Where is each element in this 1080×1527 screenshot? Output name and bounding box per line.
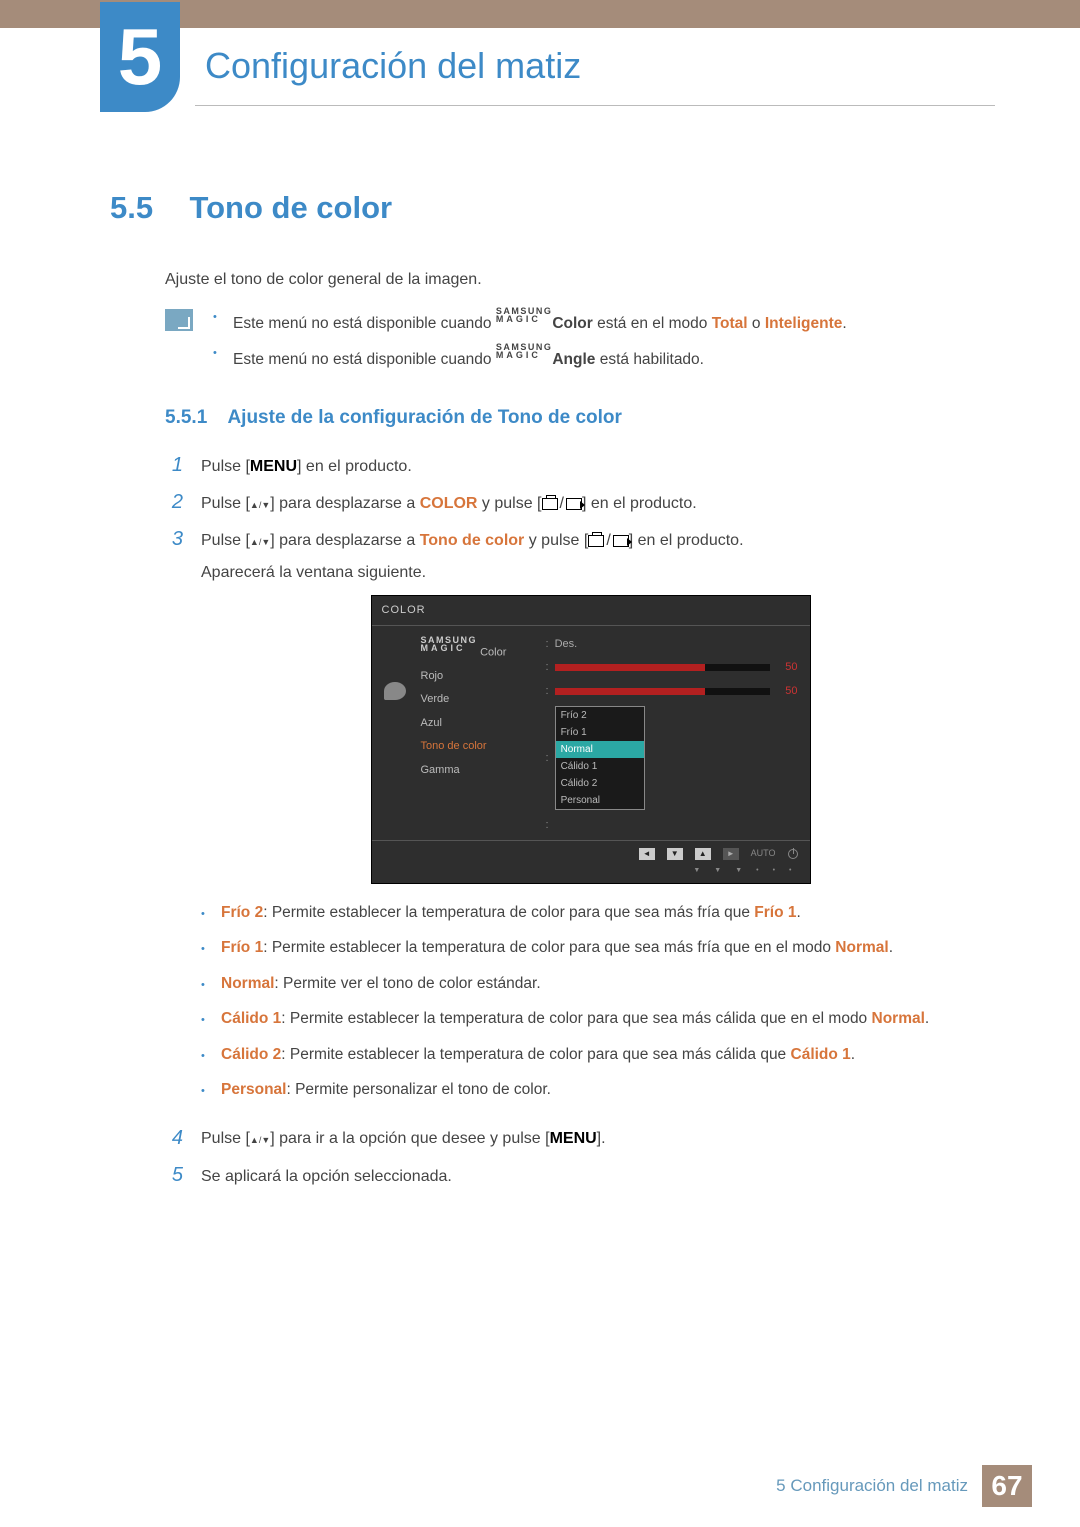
samsung-magic-label: SAMSUNGMAGIC [496, 343, 553, 359]
power-icon [788, 849, 798, 859]
desc-calido1: Cálido 1: Permite establecer la temperat… [201, 1008, 980, 1030]
menu-key: MENU [250, 458, 297, 475]
t: Aparecerá la ventana siguiente. [201, 561, 980, 585]
desc-frio1: Frío 1: Permite establecer la temperatur… [201, 937, 980, 959]
step-number: 2 [165, 491, 183, 514]
subsection-heading: 5.5.1 Ajuste de la configuración de Tono… [165, 407, 980, 429]
note-block: Este menú no está disponible cuando SAMS… [165, 307, 980, 379]
note-icon [165, 309, 193, 331]
t: o [748, 315, 765, 332]
t: ] en el producto. [629, 532, 744, 549]
nav-down-icon: ▼ [667, 848, 683, 860]
nav-target-color: COLOR [420, 495, 478, 512]
t: Este menú no está disponible cuando [233, 315, 496, 332]
nav-target-tono: Tono de color [420, 532, 525, 549]
step-number: 5 [165, 1164, 183, 1187]
step-number: 4 [165, 1127, 183, 1150]
nav-left-icon: ◄ [639, 848, 655, 860]
steps-list: 1 Pulse [MENU] en el producto. 2 Pulse [… [165, 454, 980, 1188]
t: ] para desplazarse a [270, 495, 419, 512]
t: ] para desplazarse a [270, 532, 419, 549]
step-number: 3 [165, 528, 183, 551]
chapter-title: Configuración del matiz [205, 45, 581, 87]
t: Angle [552, 351, 595, 368]
note-bullets: Este menú no está disponible cuando SAMS… [213, 307, 980, 379]
page-number: 67 [982, 1465, 1032, 1507]
step-5: 5 Se aplicará la opción seleccionada. [165, 1164, 980, 1189]
menu-key: MENU [550, 1131, 597, 1148]
osd-labels: SAMSUNGMAGIC Color Rojo Verde Azul Tono … [421, 636, 531, 834]
section-title: Tono de color [189, 190, 392, 225]
subsection-title: Ajuste de la configuración de Tono de co… [227, 407, 621, 428]
title-rule [195, 105, 995, 106]
step-body: Pulse [ ] para desplazarse a Tono de colo… [201, 529, 980, 1115]
chapter-number: 5 [118, 11, 163, 103]
section-number: 5.5 [110, 190, 185, 226]
t: ] para ir a la opción que desee y pulse … [270, 1131, 549, 1148]
step-4: 4 Pulse [ ] para ir a la opción que desee… [165, 1127, 980, 1152]
mode-intelligent: Inteligente [765, 315, 843, 332]
up-down-icon [250, 492, 270, 516]
step-1: 1 Pulse [MENU] en el producto. [165, 454, 980, 479]
section-intro: Ajuste el tono de color general de la im… [165, 271, 980, 289]
t: ]. [597, 1131, 606, 1148]
desc-personal: Personal: Permite personalizar el tono d… [201, 1079, 980, 1101]
nav-right-icon: ► [723, 848, 739, 860]
t: está habilitado. [595, 351, 704, 368]
osd-dropdown: Frío 2 Frío 1 Normal Cálido 1 Cálido 2 P… [555, 706, 645, 810]
step-body: Se aplicará la opción seleccionada. [201, 1165, 980, 1189]
subsection-number: 5.5.1 [165, 407, 223, 429]
nav-up-icon: ▲ [695, 848, 711, 860]
t: ] en el producto. [582, 495, 697, 512]
t: . [842, 315, 846, 332]
mode-total: Total [712, 315, 748, 332]
section-heading: 5.5 Tono de color [110, 190, 980, 226]
osd-footer: ◄ ▼ ▲ ► AUTO [372, 841, 810, 867]
source-enter-icon: / [542, 492, 582, 516]
t: y pulse [ [524, 532, 588, 549]
t: Este menú no está disponible cuando [233, 351, 496, 368]
page-content: 5.5 Tono de color Ajuste el tono de colo… [110, 190, 980, 1201]
t: Pulse [ [201, 532, 250, 549]
page-footer: 5 Configuración del matiz 67 [0, 1465, 1080, 1507]
osd-values: :Des. :50 :50 : Frío 2 Frío 1 Normal Cál… [546, 636, 798, 834]
desc-frio2: Frío 2: Permite establecer la temperatur… [201, 902, 980, 924]
up-down-icon [250, 1127, 270, 1151]
step-body: Pulse [ ] para desplazarse a COLOR y puls… [201, 492, 980, 516]
samsung-magic-label: SAMSUNGMAGIC [496, 307, 553, 323]
osd-screenshot: COLOR SAMSUNGMAGIC Color Rojo Verde Azul [371, 595, 811, 884]
palette-icon [384, 682, 406, 700]
note-line-2: Este menú no está disponible cuando SAMS… [213, 343, 980, 369]
t: Pulse [ [201, 1131, 250, 1148]
t: ] en el producto. [297, 458, 412, 475]
t: Pulse [ [201, 495, 250, 512]
step-body: Pulse [MENU] en el producto. [201, 455, 980, 479]
t: Color [552, 315, 592, 332]
step-2: 2 Pulse [ ] para desplazarse a COLOR y pu… [165, 491, 980, 516]
step-3: 3 Pulse [ ] para desplazarse a Tono de co… [165, 528, 980, 1114]
auto-label: AUTO [751, 847, 776, 861]
step-body: Pulse [ ] para ir a la opción que desee y… [201, 1127, 980, 1151]
footer-breadcrumb: 5 Configuración del matiz [776, 1476, 968, 1496]
t: Pulse [ [201, 458, 250, 475]
up-down-icon [250, 529, 270, 553]
source-enter-icon: / [588, 529, 628, 553]
t: está en el modo [593, 315, 712, 332]
step-number: 1 [165, 454, 183, 477]
chapter-badge: 5 [100, 2, 180, 112]
desc-calido2: Cálido 2: Permite establecer la temperat… [201, 1044, 980, 1066]
note-line-1: Este menú no está disponible cuando SAMS… [213, 307, 980, 333]
osd-title: COLOR [372, 596, 810, 625]
desc-normal: Normal: Permite ver el tono de color est… [201, 973, 980, 995]
t: y pulse [ [477, 495, 541, 512]
